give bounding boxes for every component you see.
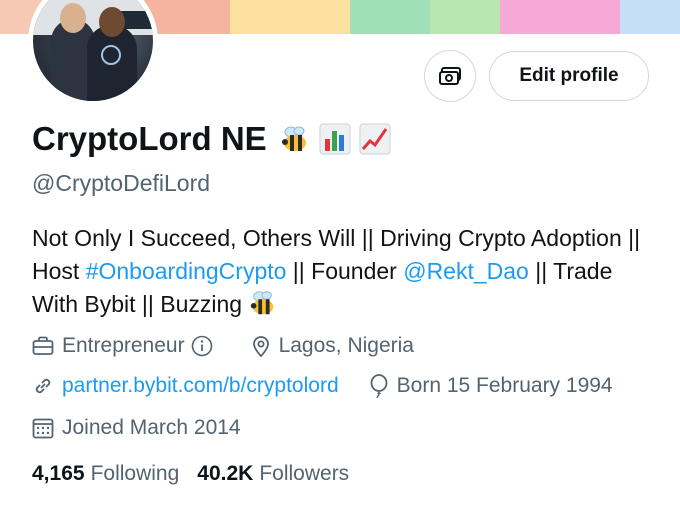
profile-bio: Not Only I Succeed, Others Will || Drivi… [32,222,652,321]
joined-text: Joined March 2014 [62,416,241,439]
profession-item: Entrepreneur [32,334,221,358]
profile-meta-row: partner.bybit.com/b/cryptolord Born 15 F… [32,374,643,398]
location-item: Lagos, Nigeria [251,334,414,358]
profile-handle: @CryptoDefiLord [32,170,211,196]
chart-increasing-icon [359,123,391,155]
following-link[interactable]: 4,165 Following [32,462,179,486]
edit-profile-button[interactable]: Edit profile [489,51,649,101]
birthday-text: Born 15 February 1994 [396,374,613,397]
bar-chart-icon [319,123,351,155]
hashtag-link[interactable]: #OnboardingCrypto [86,258,287,284]
display-name: CryptoLord NE [32,120,267,157]
following-label: Following [90,462,180,485]
followers-count: 40.2K [197,462,254,485]
avatar-photo [33,0,153,101]
location-pin-icon [252,336,269,357]
bio-text: || Founder [286,258,404,284]
joined-item: Joined March 2014 [32,416,241,440]
followers-label: Followers [259,462,350,485]
info-icon[interactable] [191,335,213,357]
profession-text: Entrepreneur [62,334,185,357]
bee-emoji-icon [281,126,306,151]
website-link[interactable]: partner.bybit.com/b/cryptolord [62,374,339,398]
tip-button[interactable] [424,50,476,102]
calendar-icon [32,418,54,439]
mention-link[interactable]: @Rekt_Dao [403,258,529,284]
bee-emoji-icon [251,291,274,315]
link-icon [35,378,51,394]
location-text: Lagos, Nigeria [278,334,414,357]
balloon-icon [370,374,388,398]
birthday-item: Born 15 February 1994 [369,374,613,398]
following-count: 4,165 [32,462,85,485]
followers-link[interactable]: 40.2K Followers [197,462,349,486]
website-item: partner.bybit.com/b/cryptolord [32,374,339,398]
follow-stats: 4,165 Following 40.2K Followers [32,462,367,486]
display-name-row: CryptoLord NE [32,120,391,158]
profile-meta-row: Entrepreneur Lagos, Nigeria [32,334,444,358]
profile-meta-row: Joined March 2014 [32,416,271,440]
profile-avatar[interactable] [28,0,158,106]
money-icon [439,67,461,85]
briefcase-icon [32,336,54,355]
